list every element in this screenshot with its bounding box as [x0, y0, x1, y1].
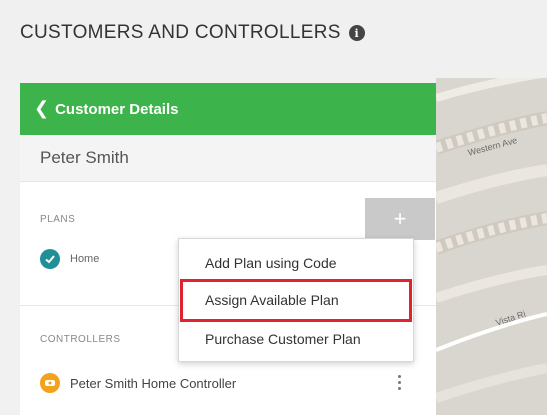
plans-section-label: PLANS: [40, 214, 76, 225]
plus-icon: +: [393, 206, 407, 231]
more-options-icon[interactable]: [392, 369, 406, 395]
add-plan-button[interactable]: +: [365, 198, 435, 240]
chevron-left-icon: ❮: [34, 98, 50, 118]
plan-item[interactable]: Home: [40, 249, 99, 269]
plan-name: Home: [70, 253, 100, 265]
controller-item[interactable]: Peter Smith Home Controller: [40, 373, 236, 393]
menu-item-add-plan-using-code[interactable]: Add Plan using Code: [179, 247, 413, 279]
menu-item-purchase-customer-plan[interactable]: Purchase Customer Plan: [179, 323, 413, 355]
add-plan-menu: Add Plan using Code Assign Available Pla…: [178, 238, 414, 362]
page-title: CUSTOMERS AND CONTROLLERS i: [20, 22, 365, 44]
check-icon: [40, 249, 60, 269]
page-title-text: CUSTOMERS AND CONTROLLERS: [20, 22, 341, 43]
controller-icon: [40, 373, 60, 393]
info-icon[interactable]: i: [348, 25, 365, 41]
map-streets: [436, 78, 547, 403]
customer-name: Peter Smith: [20, 135, 436, 182]
back-button-label: Customer Details: [55, 100, 179, 118]
customer-name-text: Peter Smith: [40, 148, 129, 167]
map-view[interactable]: Western Ave Vista Ri: [436, 78, 547, 415]
back-button[interactable]: ❮ Customer Details: [20, 83, 436, 135]
menu-item-assign-available-plan[interactable]: Assign Available Plan: [179, 284, 413, 316]
controllers-section-label: CONTROLLERS: [40, 334, 121, 345]
controller-name: Peter Smith Home Controller: [70, 375, 237, 391]
